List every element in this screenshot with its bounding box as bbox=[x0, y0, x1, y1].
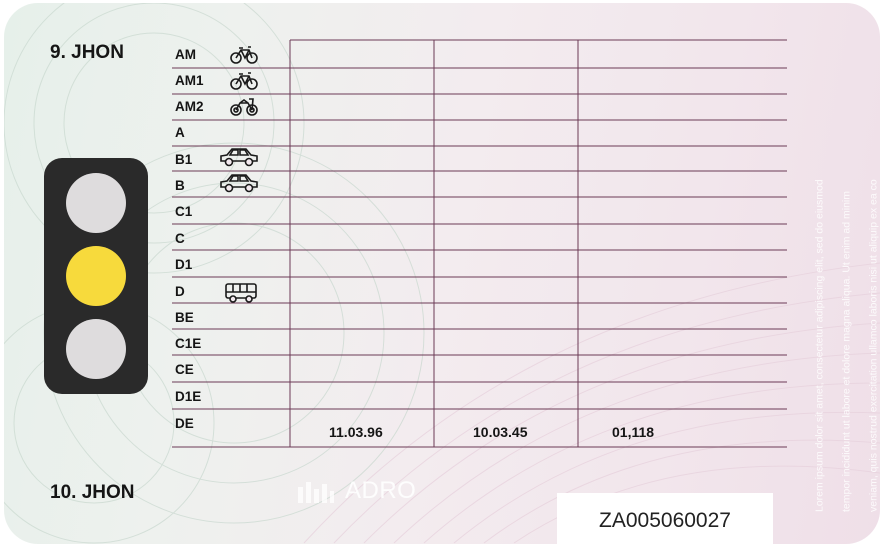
de-issue-date: 11.03.96 bbox=[329, 424, 383, 440]
brand-watermark: ADRO bbox=[297, 477, 417, 504]
serial-number: ZA005060027 bbox=[557, 493, 773, 548]
category-am: AM bbox=[175, 47, 196, 62]
category-a: A bbox=[175, 125, 185, 140]
vertical-lorem-text: Lorem ipsum dolor sit amet, consectetur … bbox=[807, 32, 882, 512]
lorem-line-1: Lorem ipsum dolor sit amet, consectetur … bbox=[813, 179, 826, 512]
category-d1e: D1E bbox=[175, 389, 202, 404]
motorcycle-icon bbox=[230, 98, 258, 116]
bicycle-icon bbox=[230, 46, 258, 64]
category-am1: AM1 bbox=[175, 73, 204, 88]
category-b1: B1 bbox=[175, 152, 193, 167]
car-icon bbox=[220, 148, 258, 167]
bicycle-icon bbox=[230, 72, 258, 90]
category-ce: CE bbox=[175, 362, 194, 377]
category-be: BE bbox=[175, 310, 194, 325]
category-am2: AM2 bbox=[175, 99, 204, 114]
brand-logo-icon bbox=[298, 482, 334, 503]
category-table-grid bbox=[172, 39, 787, 448]
brand-name: ADRO bbox=[345, 477, 417, 504]
category-de: DE bbox=[175, 416, 194, 431]
lorem-line-2: tempor incididunt ut labore et dolore ma… bbox=[840, 190, 853, 512]
category-c1: C1 bbox=[175, 204, 193, 219]
car-icon bbox=[220, 174, 258, 193]
category-c1e: C1E bbox=[175, 336, 202, 351]
category-c: C bbox=[175, 231, 185, 246]
category-b: B bbox=[175, 178, 185, 193]
category-d1: D1 bbox=[175, 257, 193, 272]
category-d: D bbox=[175, 284, 185, 299]
de-expiry-date: 10.03.45 bbox=[473, 424, 528, 440]
de-restriction-code: 01,118 bbox=[612, 424, 655, 440]
lorem-line-3: veniam, quis nostrud exercitation ullamc… bbox=[867, 179, 880, 512]
bus-icon bbox=[225, 283, 257, 303]
